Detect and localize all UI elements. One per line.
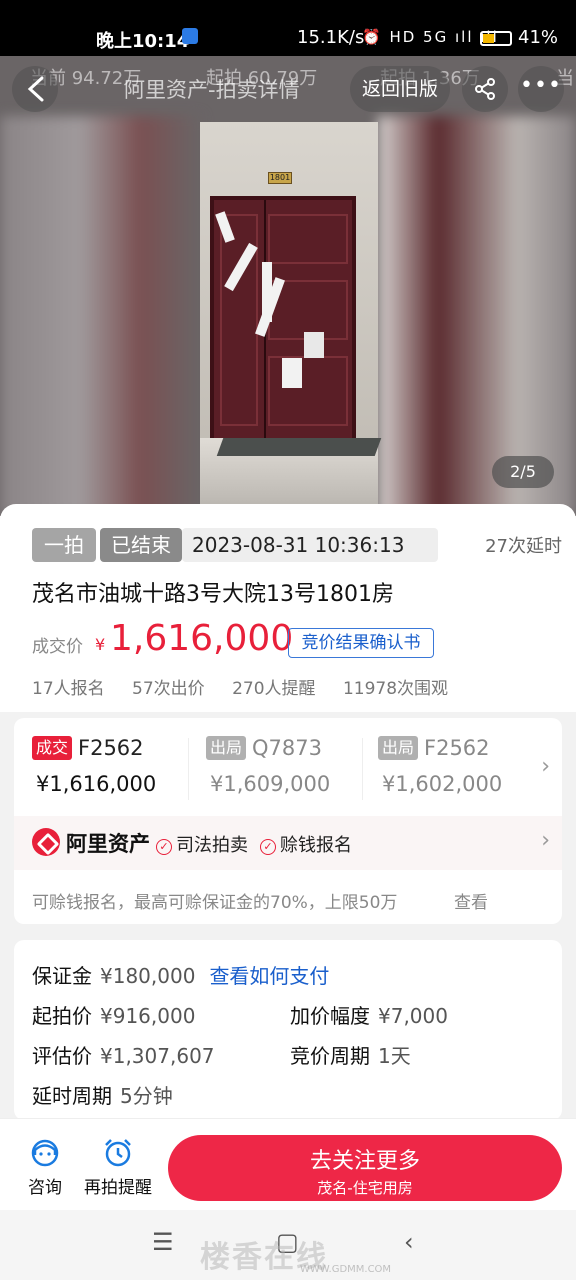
status-bar: 晚上10:14 15.1K/s ⏰ HD 5G ıll ıll 41% — [0, 0, 576, 56]
bid-record[interactable]: 出局 Q7873 ¥1,609,000 — [206, 736, 330, 796]
bid-price: ¥1,602,000 — [382, 772, 503, 796]
back-icon[interactable]: ‹ — [404, 1228, 414, 1256]
view-count: 11978次围观 — [342, 679, 449, 699]
headset-icon — [31, 1139, 59, 1167]
photo-counter: 2/5 — [492, 456, 554, 488]
alarm-clock-icon — [105, 1139, 131, 1167]
bid-step-label: 加价幅度 — [290, 1004, 370, 1028]
page-title: 阿里资产-拍卖详情 — [124, 78, 300, 102]
bid-record[interactable]: 出局 F2562 ¥1,602,000 — [378, 736, 528, 816]
auction-info-card: 一拍 已结束 2023-08-31 10:36:13 27次延时 茂名市油城十路… — [0, 504, 576, 712]
bid-records-card: 成交 F2562 ¥1,616,000 出局 Q7873 ¥1,609,000 出局… — [14, 718, 562, 924]
reminder-count: 270人提醒 — [232, 679, 316, 699]
bottom-action-bar: 咨询 再拍提醒 去关注更多 茂名-住宅用房 — [0, 1118, 576, 1210]
deal-price: 1,616,000 — [110, 618, 294, 659]
return-old-version-button[interactable]: 返回旧版 — [350, 66, 450, 112]
ali-assets-logo-icon — [32, 828, 60, 856]
auction-stats: 17人报名 57次出价 270人提醒 11978次围观 — [32, 674, 470, 699]
assessed-price-row: 评估价 ¥1,307,607 — [32, 1040, 215, 1069]
judicial-auction-tag: ✓ 司法拍卖 — [156, 831, 248, 857]
bid-cycle-label: 竞价周期 — [290, 1044, 370, 1068]
ali-assets-row[interactable]: 阿里资产 ✓ 司法拍卖 ✓ 赊钱报名 › — [14, 816, 562, 870]
back-button[interactable] — [12, 66, 58, 112]
consult-button[interactable]: 咨询 — [28, 1137, 62, 1198]
currency-symbol: ¥ — [95, 635, 106, 654]
signal-icons: ⏰ HD 5G ıll ıll — [362, 28, 499, 46]
bidder-code: F2562 — [78, 736, 144, 760]
watermark-url: WWW.GDMM.COM — [300, 1264, 392, 1275]
photo-blur-left — [0, 116, 200, 516]
end-time: 2023-08-31 10:36:13 — [182, 528, 438, 562]
bid-status-badge: 出局 — [378, 736, 418, 760]
delay-count: 27次延时 — [485, 536, 562, 557]
check-circle-icon: ✓ — [260, 839, 276, 855]
deposit-row: 保证金 ¥180,000 查看如何支付 — [32, 960, 329, 989]
app-notification-icon — [182, 28, 198, 44]
how-to-pay-link[interactable]: 查看如何支付 — [209, 964, 329, 988]
photo-blur-right — [378, 116, 576, 516]
battery-level: 41% — [518, 27, 559, 48]
bid-status-badge: 成交 — [32, 736, 72, 760]
chevron-right-icon: › — [541, 828, 550, 853]
menu-icon[interactable]: ☰ — [152, 1228, 174, 1256]
network-speed: 15.1K/s — [297, 27, 365, 48]
follow-more-button[interactable]: 去关注更多 茂名-住宅用房 — [168, 1135, 562, 1201]
chevron-left-icon — [27, 76, 44, 102]
delay-cycle-value: 5分钟 — [120, 1084, 173, 1108]
credit-signup-note: 可赊钱报名，最高可赊保证金的70%，上限50万 — [32, 893, 398, 913]
follow-more-subtitle: 茂名-住宅用房 — [317, 1179, 413, 1197]
view-credit-link[interactable]: 查看 — [454, 888, 488, 913]
check-circle-icon: ✓ — [156, 839, 172, 855]
door-number-plate: 1801 — [268, 172, 292, 184]
bid-result-confirmation-link[interactable]: 竞价结果确认书 — [288, 628, 434, 658]
deposit-value: ¥180,000 — [100, 964, 196, 988]
bid-step-row: 加价幅度 ¥7,000 — [290, 1000, 448, 1029]
bidder-code: F2562 — [424, 736, 490, 760]
deposit-label: 保证金 — [32, 964, 92, 988]
bid-step-value: ¥7,000 — [378, 1004, 448, 1028]
start-price-row: 起拍价 ¥916,000 — [32, 1000, 195, 1029]
auction-params-card: 保证金 ¥180,000 查看如何支付 起拍价 ¥916,000 加价幅度 ¥7,000… — [14, 940, 562, 1120]
ali-assets-brand: 阿里资产 — [66, 832, 150, 856]
chevron-right-icon[interactable]: › — [541, 754, 550, 779]
credit-signup-tag: ✓ 赊钱报名 — [260, 831, 352, 857]
property-photo-carousel[interactable]: 当前 94.72万 起拍 60.79万 起拍 1.36万 当 1801 2/5 — [0, 56, 576, 516]
share-button[interactable] — [462, 66, 508, 112]
re-auction-reminder-button[interactable]: 再拍提醒 — [84, 1137, 152, 1198]
start-price-label: 起拍价 — [32, 1004, 92, 1028]
status-time: 晚上10:14 — [96, 31, 190, 52]
bidder-code: Q7873 — [252, 736, 322, 760]
bid-price: ¥1,616,000 — [36, 772, 157, 796]
status-badge: 已结束 — [100, 528, 182, 562]
delay-cycle-row: 延时周期 5分钟 — [32, 1080, 173, 1109]
follow-more-title: 去关注更多 — [309, 1149, 420, 1174]
round-badge: 一拍 — [32, 528, 96, 562]
share-icon — [475, 78, 495, 100]
bid-cycle-value: 1天 — [378, 1044, 411, 1068]
start-price-value: ¥916,000 — [100, 1004, 196, 1028]
bid-cycle-row: 竞价周期 1天 — [290, 1040, 411, 1069]
bid-count: 57次出价 — [132, 679, 205, 699]
assessed-price-value: ¥1,307,607 — [100, 1044, 215, 1068]
property-address: 茂名市油城十路3号大院13号1801房 — [32, 582, 394, 607]
assessed-price-label: 评估价 — [32, 1044, 92, 1068]
bid-record[interactable]: 成交 F2562 ¥1,616,000 — [32, 736, 156, 796]
deal-price-label: 成交价 — [32, 637, 83, 657]
more-button[interactable]: ••• — [518, 66, 564, 112]
delay-cycle-label: 延时周期 — [32, 1084, 112, 1108]
property-photo: 1801 — [200, 122, 382, 516]
battery-icon — [480, 31, 512, 46]
bid-status-badge: 出局 — [206, 736, 246, 760]
bid-price: ¥1,609,000 — [210, 772, 331, 796]
signup-count: 17人报名 — [32, 679, 105, 699]
